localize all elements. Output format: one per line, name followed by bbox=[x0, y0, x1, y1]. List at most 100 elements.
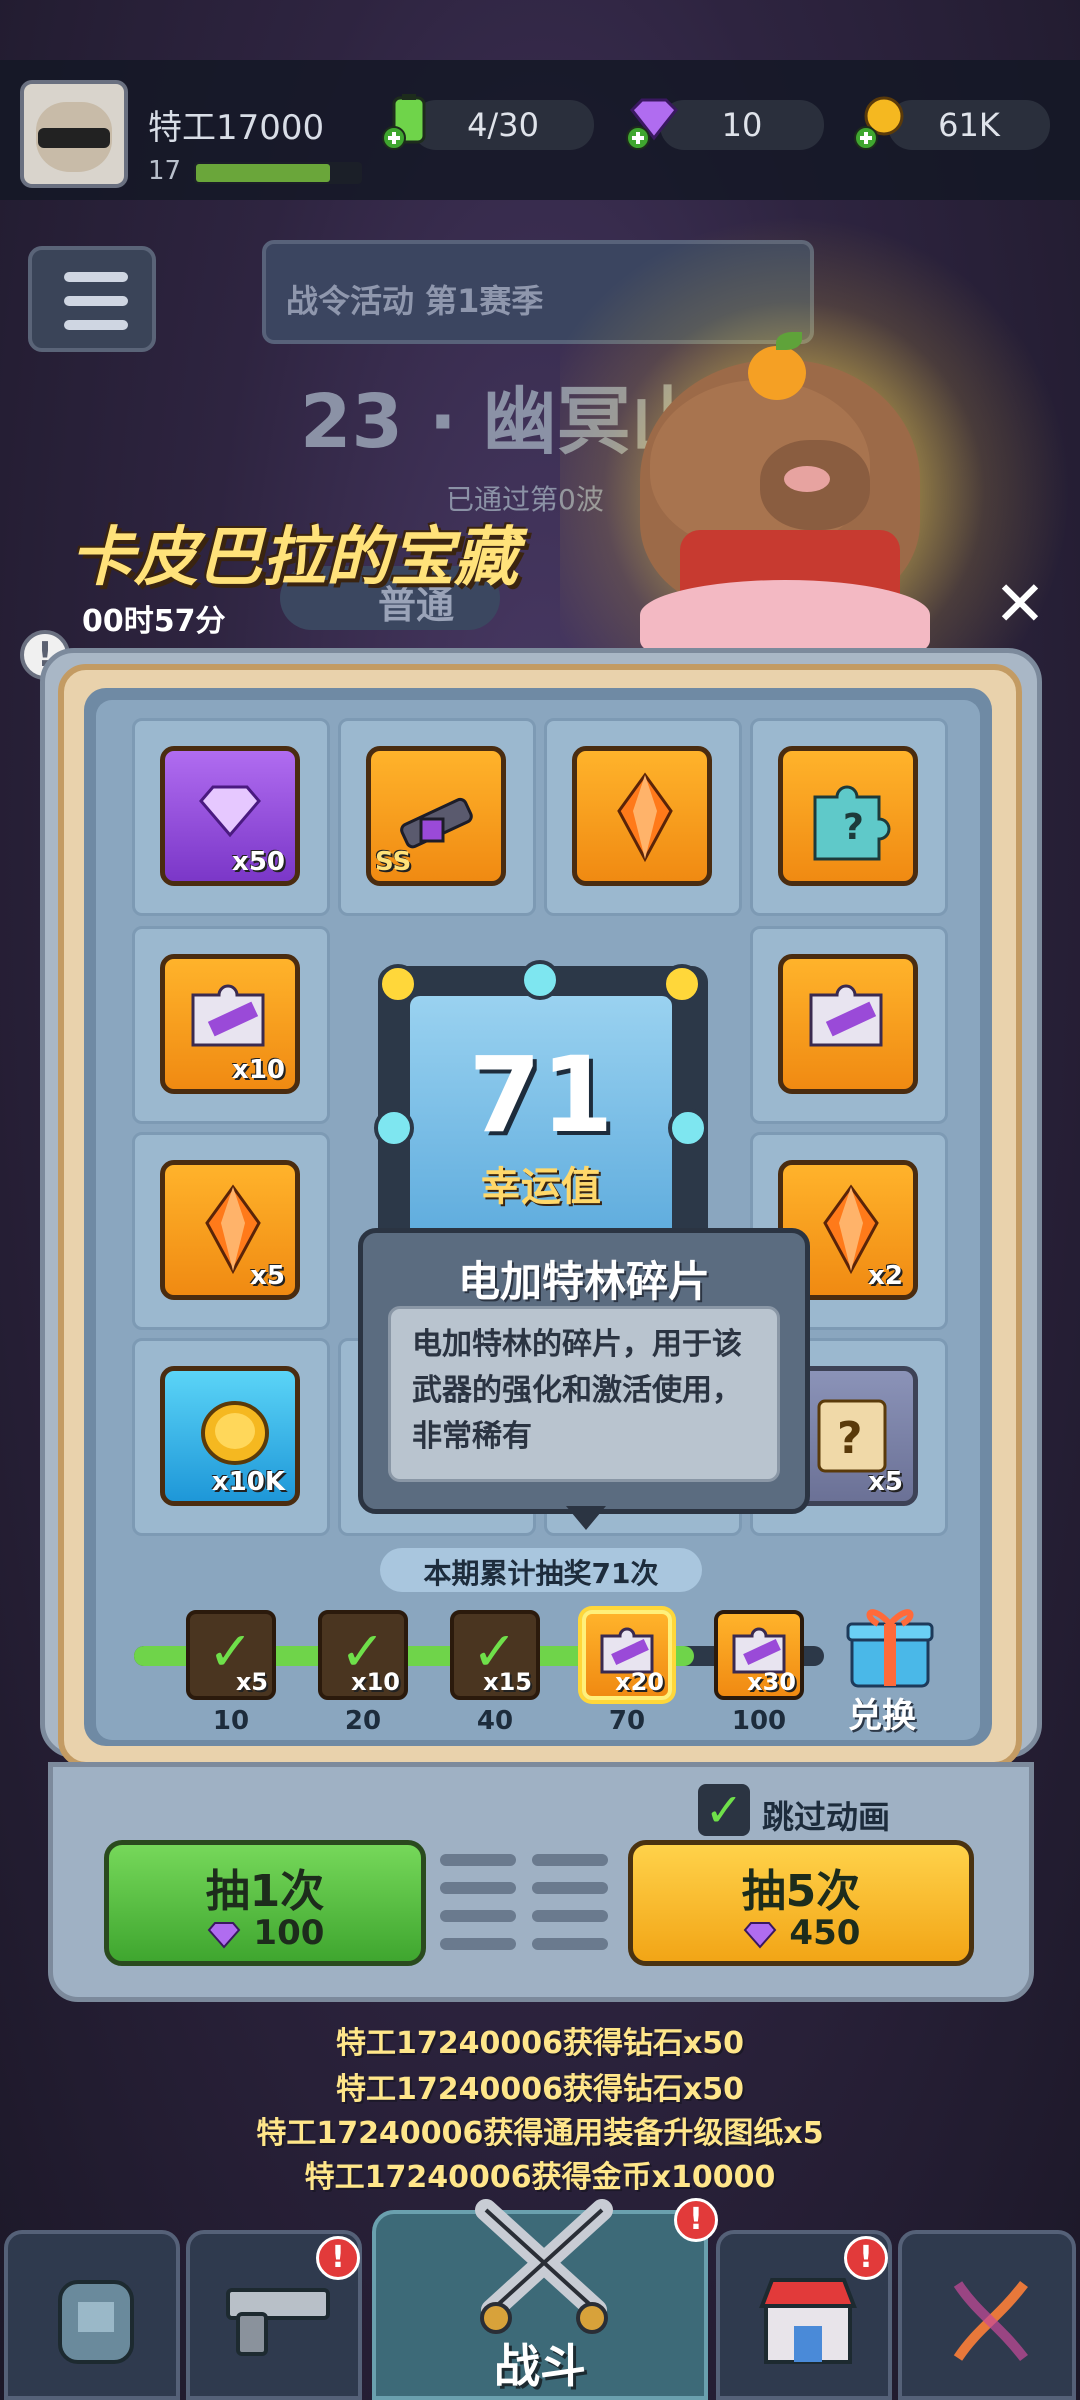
prize-item-coin[interactable]: x10K bbox=[160, 1366, 300, 1506]
event-timer: 00时57分 bbox=[82, 604, 226, 639]
item-quantity: x5 bbox=[868, 1467, 903, 1497]
luck-value: 71 bbox=[468, 1034, 614, 1156]
battery-icon[interactable] bbox=[380, 92, 440, 152]
gem-value: 10 bbox=[721, 106, 763, 144]
close-button[interactable]: ✕ bbox=[988, 572, 1052, 636]
player-name: 特工17000 bbox=[148, 108, 325, 148]
milestone-reward-active[interactable]: x20 bbox=[582, 1610, 672, 1700]
milestone-threshold: 70 bbox=[608, 1706, 646, 1736]
draw-once-button[interactable]: 抽1次 100 bbox=[104, 1840, 426, 1966]
speaker-grill bbox=[440, 1850, 612, 1960]
energy-value: 4/30 bbox=[467, 106, 539, 144]
exchange-label[interactable]: 兑换 bbox=[848, 1688, 916, 1737]
pistol-icon bbox=[226, 2288, 330, 2356]
grill-slot bbox=[532, 1882, 608, 1894]
milestone-threshold: 100 bbox=[731, 1706, 787, 1736]
crossed-swords-icon bbox=[475, 2199, 613, 2334]
milestone-threshold: 10 bbox=[212, 1706, 250, 1736]
reward-feed-line: 特工17240006获得钻石x50 bbox=[335, 2026, 745, 2061]
light-dot bbox=[520, 960, 560, 1000]
prize-item-orange-gem[interactable] bbox=[572, 746, 712, 886]
item-quantity: x2 bbox=[868, 1261, 903, 1291]
gem-icon[interactable] bbox=[624, 92, 684, 152]
milestone-reward[interactable]: ✓ x10 bbox=[318, 1610, 408, 1700]
xp-bar-fill bbox=[196, 164, 330, 182]
draw-once-label: 抽1次 bbox=[205, 1866, 325, 1917]
coin-icon[interactable] bbox=[852, 92, 912, 152]
gold-value: 61K bbox=[938, 106, 1000, 144]
draw-once-cost-value: 100 bbox=[253, 1913, 325, 1953]
grill-slot bbox=[532, 1854, 608, 1866]
item-quantity: x50 bbox=[232, 847, 285, 877]
milestone-reward[interactable]: ✓ x5 bbox=[186, 1610, 276, 1700]
purple-gem-icon bbox=[199, 785, 261, 838]
lotus-pedestal bbox=[640, 580, 930, 650]
puzzle-piece-icon: ? bbox=[813, 785, 891, 861]
grill-slot bbox=[440, 1882, 516, 1894]
fragment-puzzle-icon bbox=[191, 984, 265, 1047]
event-title: 卡皮巴拉的宝藏 bbox=[70, 521, 518, 595]
gem-counter: 10 bbox=[660, 100, 824, 150]
notification-badge: ! bbox=[844, 2236, 888, 2280]
menu-line bbox=[64, 296, 128, 306]
grill-slot bbox=[440, 1910, 516, 1922]
prize-item-orange-gem[interactable]: x5 bbox=[160, 1160, 300, 1300]
nav-equipment[interactable] bbox=[4, 2230, 180, 2400]
milestone-threshold: 40 bbox=[476, 1706, 514, 1736]
gatling-gun-icon bbox=[400, 797, 473, 849]
gem-icon bbox=[743, 1921, 776, 1949]
svg-text:?: ? bbox=[843, 807, 864, 848]
gift-box-icon[interactable] bbox=[840, 1598, 940, 1690]
light-dot bbox=[662, 964, 702, 1004]
draw-five-button[interactable]: 抽5次 450 bbox=[628, 1840, 974, 1966]
draw-five-cost-value: 450 bbox=[789, 1913, 861, 1953]
draw-once-cost: 100 bbox=[109, 1913, 421, 1953]
item-quantity: x5 bbox=[250, 1261, 285, 1291]
milestone-quantity: x15 bbox=[483, 1668, 532, 1696]
tangerine-icon bbox=[748, 346, 806, 400]
prize-item-gatling-fragment[interactable]: x10 bbox=[160, 954, 300, 1094]
avatar-glasses bbox=[38, 128, 110, 148]
rarity-tag: SS bbox=[375, 847, 412, 877]
armor-icon bbox=[58, 2280, 134, 2364]
grill-slot bbox=[532, 1938, 608, 1950]
light-dot bbox=[378, 964, 418, 1004]
skip-animation-checkbox[interactable]: ✓ bbox=[698, 1784, 750, 1836]
gold-coin-icon bbox=[201, 1401, 269, 1465]
prize-item-purple-gem[interactable]: x50 bbox=[160, 746, 300, 886]
milestone-reward[interactable]: ✓ x15 bbox=[450, 1610, 540, 1700]
gold-counter: 61K bbox=[888, 100, 1050, 150]
draw-five-cost: 450 bbox=[633, 1913, 969, 1953]
menu-button[interactable] bbox=[28, 246, 156, 352]
item-quantity: x10K bbox=[211, 1467, 285, 1497]
gem-icon bbox=[207, 1921, 240, 1949]
milestone-quantity: x20 bbox=[615, 1668, 664, 1696]
draw-count-text: 本期累计抽奖71次 bbox=[423, 1557, 659, 1590]
prize-item-gatling-fragment[interactable] bbox=[778, 954, 918, 1094]
notification-badge: ! bbox=[316, 2236, 360, 2280]
dna-icon bbox=[953, 2280, 1028, 2362]
nav-battle-label: 战斗 bbox=[494, 2339, 586, 2393]
milestone-quantity: x10 bbox=[351, 1668, 400, 1696]
skip-animation-label: 跳过动画 bbox=[762, 1798, 891, 1836]
prize-item-weapon[interactable]: SS bbox=[366, 746, 506, 886]
item-quantity: x10 bbox=[232, 1055, 285, 1085]
nav-genes[interactable] bbox=[898, 2230, 1076, 2400]
light-dot bbox=[374, 1108, 414, 1148]
tooltip-title: 电加特林碎片 bbox=[457, 1257, 710, 1306]
player-level: 17 bbox=[148, 156, 182, 186]
light-dot bbox=[668, 1108, 708, 1148]
prize-item-mystery-puzzle[interactable]: ? bbox=[778, 746, 918, 886]
milestone-reward[interactable]: x30 bbox=[714, 1610, 804, 1700]
player-avatar[interactable] bbox=[20, 80, 128, 188]
milestone-quantity: x30 bbox=[747, 1668, 796, 1696]
milestone-threshold: 20 bbox=[344, 1706, 382, 1736]
grill-slot bbox=[440, 1854, 516, 1866]
season-banner-text: 战令活动 第1赛季 bbox=[286, 282, 544, 320]
grill-slot bbox=[440, 1938, 516, 1950]
capybara-nose bbox=[784, 466, 830, 492]
tooltip-pointer bbox=[566, 1506, 606, 1530]
grill-slot bbox=[532, 1910, 608, 1922]
luck-label: 幸运值 bbox=[481, 1164, 601, 1210]
menu-line bbox=[64, 272, 128, 282]
